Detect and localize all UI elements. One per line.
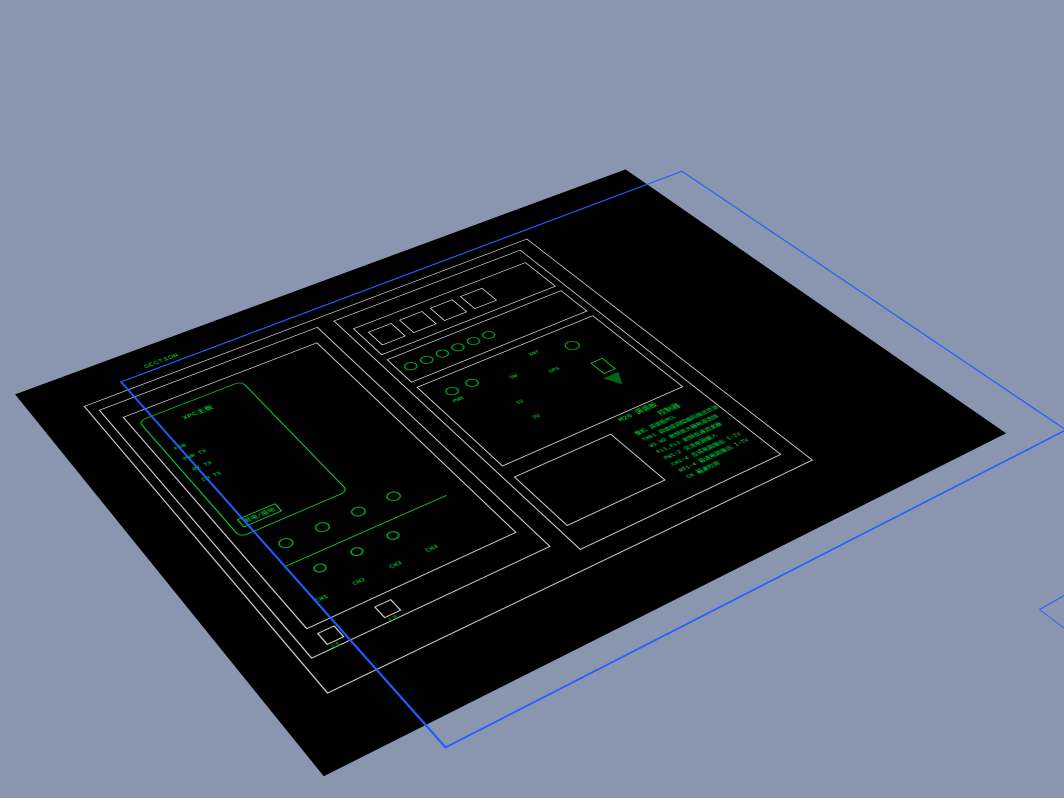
cad-viewport[interactable]: XPC主板 FAN PWR TX RX TX CH TX 断电/接地 PWR S…	[0, 0, 1064, 798]
